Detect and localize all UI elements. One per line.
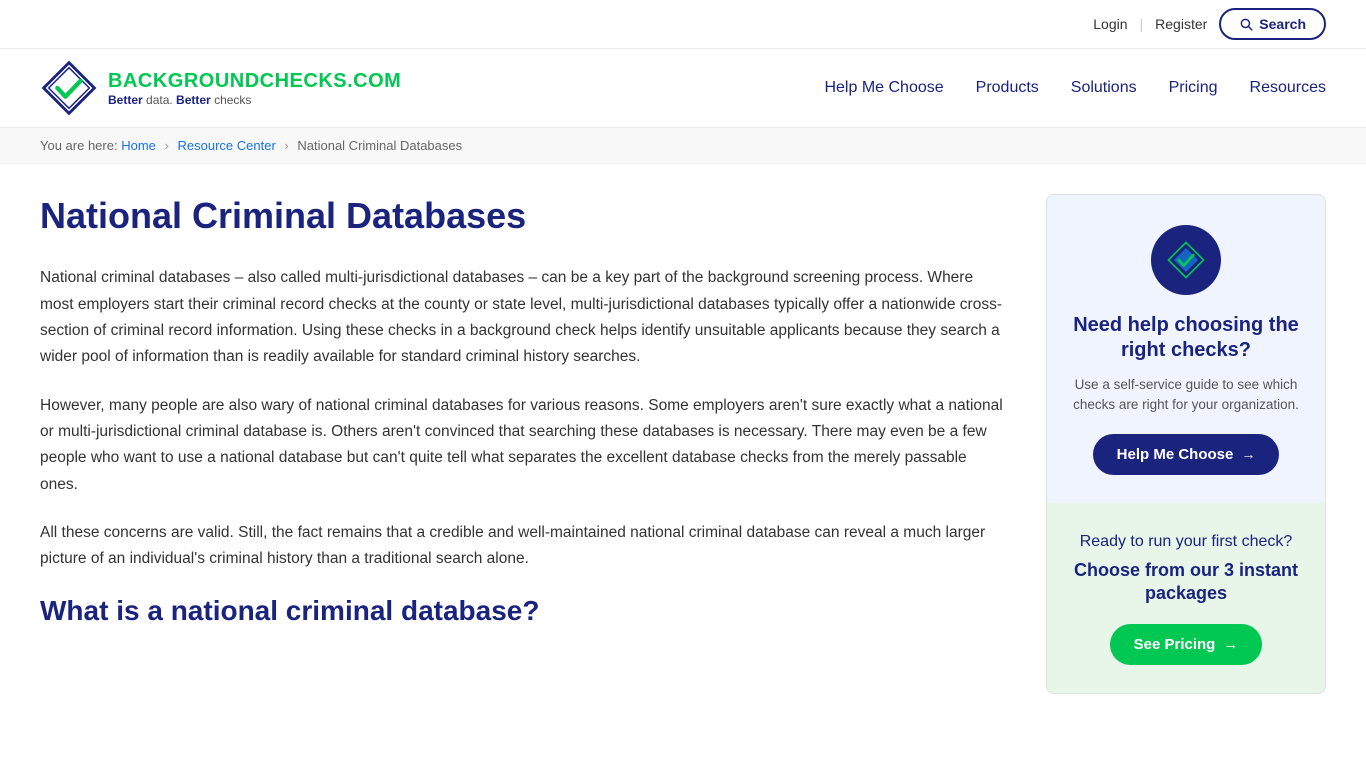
login-link[interactable]: Login xyxy=(1093,16,1127,32)
see-pricing-button[interactable]: See Pricing → xyxy=(1110,624,1263,665)
register-link[interactable]: Register xyxy=(1155,16,1207,32)
nav-help-me-choose[interactable]: Help Me Choose xyxy=(824,79,943,97)
help-me-choose-label: Help Me Choose xyxy=(1117,446,1234,463)
help-me-choose-button[interactable]: Help Me Choose → xyxy=(1093,434,1280,475)
breadcrumb-sep2: › xyxy=(284,138,288,153)
breadcrumb: You are here: Home › Resource Center › N… xyxy=(0,128,1366,164)
main-container: National Criminal Databases National cri… xyxy=(0,164,1366,724)
nav-pricing[interactable]: Pricing xyxy=(1169,79,1218,97)
search-button[interactable]: Search xyxy=(1219,8,1326,40)
pricing-arrow-icon: → xyxy=(1223,636,1238,653)
diamond-check-icon xyxy=(1166,240,1206,280)
sidebar-card-pricing: Ready to run your first check? Choose fr… xyxy=(1047,503,1325,693)
main-nav: Help Me Choose Products Solutions Pricin… xyxy=(824,79,1326,97)
sidebar-pricing-intro: Ready to run your first check? xyxy=(1067,531,1305,553)
arrow-icon: → xyxy=(1241,446,1255,462)
breadcrumb-sep1: › xyxy=(165,138,169,153)
content-area: National Criminal Databases National cri… xyxy=(40,194,1006,694)
sidebar-help-desc: Use a self-service guide to see which ch… xyxy=(1067,375,1305,416)
nav-products[interactable]: Products xyxy=(976,79,1039,97)
logo-link[interactable]: BACKGROUNDCHECKS.COM Better data. Better… xyxy=(40,59,401,117)
see-pricing-label: See Pricing xyxy=(1134,636,1216,653)
paragraph-1: National criminal databases – also calle… xyxy=(40,265,1006,370)
breadcrumb-home[interactable]: Home xyxy=(121,138,156,153)
sidebar-help-heading: Need help choosing the right checks? xyxy=(1067,313,1305,363)
sidebar: Need help choosing the right checks? Use… xyxy=(1046,194,1326,694)
top-bar: Login | Register Search xyxy=(0,0,1366,49)
divider: | xyxy=(1140,16,1144,32)
sidebar-icon-wrapper xyxy=(1151,225,1221,295)
logo-part2: CHECKS.COM xyxy=(260,70,402,92)
sidebar-card-help-top: Need help choosing the right checks? Use… xyxy=(1047,195,1325,503)
breadcrumb-current: National Criminal Databases xyxy=(297,138,462,153)
logo-part1: BACKGROUND xyxy=(108,70,260,92)
sidebar-pricing-heading: Choose from our 3 instant packages xyxy=(1067,559,1305,606)
subheading-1: What is a national criminal database? xyxy=(40,595,1006,627)
search-icon xyxy=(1239,17,1253,31)
tagline-better1: Better xyxy=(108,93,143,107)
breadcrumb-resource-center[interactable]: Resource Center xyxy=(178,138,276,153)
nav-solutions[interactable]: Solutions xyxy=(1071,79,1137,97)
paragraph-2: However, many people are also wary of na… xyxy=(40,393,1006,498)
logo-icon xyxy=(40,59,98,117)
tagline-better2: Better xyxy=(176,93,211,107)
sidebar-card-help: Need help choosing the right checks? Use… xyxy=(1046,194,1326,694)
logo-tagline: Better data. Better checks xyxy=(108,93,401,107)
logo-text: BACKGROUNDCHECKS.COM Better data. Better… xyxy=(108,70,401,107)
search-button-label: Search xyxy=(1259,16,1306,32)
page-title: National Criminal Databases xyxy=(40,194,1006,237)
breadcrumb-prefix: You are here: xyxy=(40,138,118,153)
paragraph-3: All these concerns are valid. Still, the… xyxy=(40,520,1006,573)
site-header: BACKGROUNDCHECKS.COM Better data. Better… xyxy=(0,49,1366,128)
nav-resources[interactable]: Resources xyxy=(1250,79,1326,97)
logo-name: BACKGROUNDCHECKS.COM xyxy=(108,70,401,93)
